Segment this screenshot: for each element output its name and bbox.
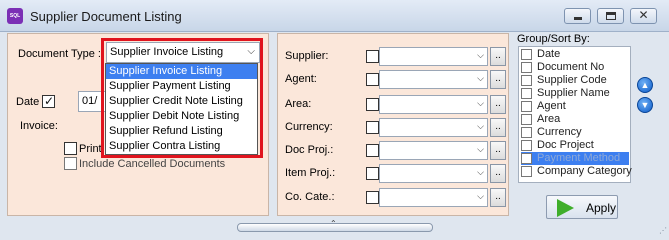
filter-label: Item Proj.: — [285, 167, 336, 179]
panel-splitter[interactable]: ⌃ — [237, 219, 433, 232]
filter-checkbox[interactable] — [366, 167, 379, 180]
group-sort-title: Group/Sort By: — [517, 33, 590, 45]
close-icon: ✕ — [638, 8, 649, 22]
group-sort-checkbox[interactable] — [521, 140, 532, 151]
window-title: Supplier Document Listing — [30, 9, 182, 24]
filter-browse-button[interactable]: .. — [490, 70, 506, 89]
chevron-down-icon: ⌵ — [477, 121, 484, 131]
filter-browse-button[interactable]: .. — [490, 118, 506, 137]
group-sort-checkbox[interactable] — [521, 101, 532, 112]
filter-browse-button[interactable]: .. — [490, 188, 506, 207]
app-icon: SQL — [7, 8, 23, 24]
document-type-label: Document Type : — [18, 48, 101, 60]
filter-checkbox[interactable] — [366, 98, 379, 111]
apply-button[interactable]: Apply — [546, 195, 618, 219]
filter-checkbox[interactable] — [366, 50, 379, 63]
group-sort-item[interactable]: Currency — [521, 126, 629, 139]
print-label: Print — [79, 143, 102, 155]
group-sort-checkbox[interactable] — [521, 127, 532, 138]
group-sort-item[interactable]: Doc Project — [521, 139, 629, 152]
group-sort-checkbox[interactable] — [521, 166, 532, 177]
minimize-button[interactable] — [564, 8, 591, 24]
group-sort-label: Doc Project — [537, 139, 594, 151]
apply-label: Apply — [586, 201, 617, 215]
group-sort-label: Supplier Name — [537, 87, 610, 99]
filter-select[interactable]: ⌵ — [379, 141, 488, 160]
group-sort-checkbox[interactable] — [521, 75, 532, 86]
filter-select[interactable]: ⌵ — [379, 70, 488, 89]
chevron-down-icon: ⌵ — [477, 50, 484, 60]
filter-label: Supplier: — [285, 50, 329, 62]
group-sort-label: Date — [537, 48, 561, 60]
group-sort-label: Area — [537, 113, 561, 125]
filter-label: Area: — [285, 98, 312, 110]
group-sort-label: Document No — [537, 61, 605, 73]
minimize-icon — [574, 17, 582, 20]
title-bar: SQL Supplier Document Listing ✕ — [0, 0, 669, 32]
group-sort-item[interactable]: Document No — [521, 61, 629, 74]
group-sort-item[interactable]: Supplier Name — [521, 87, 629, 100]
play-icon — [557, 199, 574, 217]
group-sort-list: Date Document No Supplier Code Supplier Nam… — [518, 46, 632, 183]
filter-checkbox[interactable] — [366, 191, 379, 204]
chevron-down-icon: ⌵ — [477, 98, 484, 108]
filter-select[interactable]: ⌵ — [379, 95, 488, 114]
chevron-down-icon: ⌵ — [477, 73, 484, 83]
group-sort-item[interactable]: Agent — [521, 100, 629, 113]
chevron-down-icon: ⌵ — [477, 144, 484, 154]
highlight-frame — [101, 38, 263, 158]
filter-checkbox[interactable] — [366, 121, 379, 134]
filter-select[interactable]: ⌵ — [379, 164, 488, 183]
include-cancelled-label: Include Cancelled Documents — [79, 158, 226, 170]
group-sort-checkbox[interactable] — [521, 114, 532, 125]
group-sort-item[interactable]: Area — [521, 113, 629, 126]
group-sort-label: Agent — [537, 100, 566, 112]
filter-checkbox[interactable] — [366, 73, 379, 86]
filter-select[interactable]: ⌵ — [379, 47, 488, 66]
filter-label: Currency: — [285, 121, 333, 133]
invoice-label: Invoice: — [20, 120, 58, 132]
print-checkbox[interactable] — [64, 142, 77, 155]
include-cancelled-checkbox[interactable] — [64, 157, 77, 170]
maximize-button[interactable] — [597, 8, 624, 24]
chevron-down-icon: ⌵ — [477, 167, 484, 177]
close-button[interactable]: ✕ — [630, 8, 657, 24]
group-sort-checkbox[interactable] — [521, 153, 532, 164]
group-sort-item[interactable]: Company Category — [521, 165, 632, 178]
group-sort-label: Supplier Code — [537, 74, 607, 86]
group-sort-checkbox[interactable] — [521, 62, 532, 73]
filter-checkbox[interactable] — [366, 144, 379, 157]
arrow-down-icon[interactable]: ▼ — [637, 97, 653, 113]
arrow-up-icon[interactable]: ▲ — [637, 77, 653, 93]
group-sort-checkbox[interactable] — [521, 49, 532, 60]
group-sort-label: Payment Method — [537, 152, 621, 164]
group-sort-label: Currency — [537, 126, 582, 138]
splitter-chevron-icon: ⌃ — [330, 219, 337, 228]
filter-browse-button[interactable]: .. — [490, 47, 506, 66]
group-sort-item[interactable]: Date — [521, 48, 629, 61]
group-sort-item[interactable]: Payment Method — [521, 152, 629, 165]
chevron-down-icon: ⌵ — [477, 191, 484, 201]
date-label: Date — [16, 96, 40, 108]
resize-grip-icon[interactable]: ⋰ — [659, 226, 667, 235]
filter-browse-button[interactable]: .. — [490, 164, 506, 183]
maximize-icon — [606, 12, 616, 20]
filter-label: Agent: — [285, 73, 317, 85]
filter-select[interactable]: ⌵ — [379, 188, 488, 207]
filter-label: Doc Proj.: — [285, 144, 334, 156]
filter-select[interactable]: ⌵ — [379, 118, 488, 137]
filter-browse-button[interactable]: .. — [490, 141, 506, 160]
group-sort-item[interactable]: Supplier Code — [521, 74, 629, 87]
date-checkbox[interactable] — [42, 94, 55, 108]
group-sort-label: Company Category — [537, 165, 632, 177]
filter-label: Co. Cate.: — [285, 191, 335, 203]
date-from-value: 01/ — [82, 95, 98, 107]
filter-browse-button[interactable]: .. — [490, 95, 506, 114]
group-sort-checkbox[interactable] — [521, 88, 532, 99]
